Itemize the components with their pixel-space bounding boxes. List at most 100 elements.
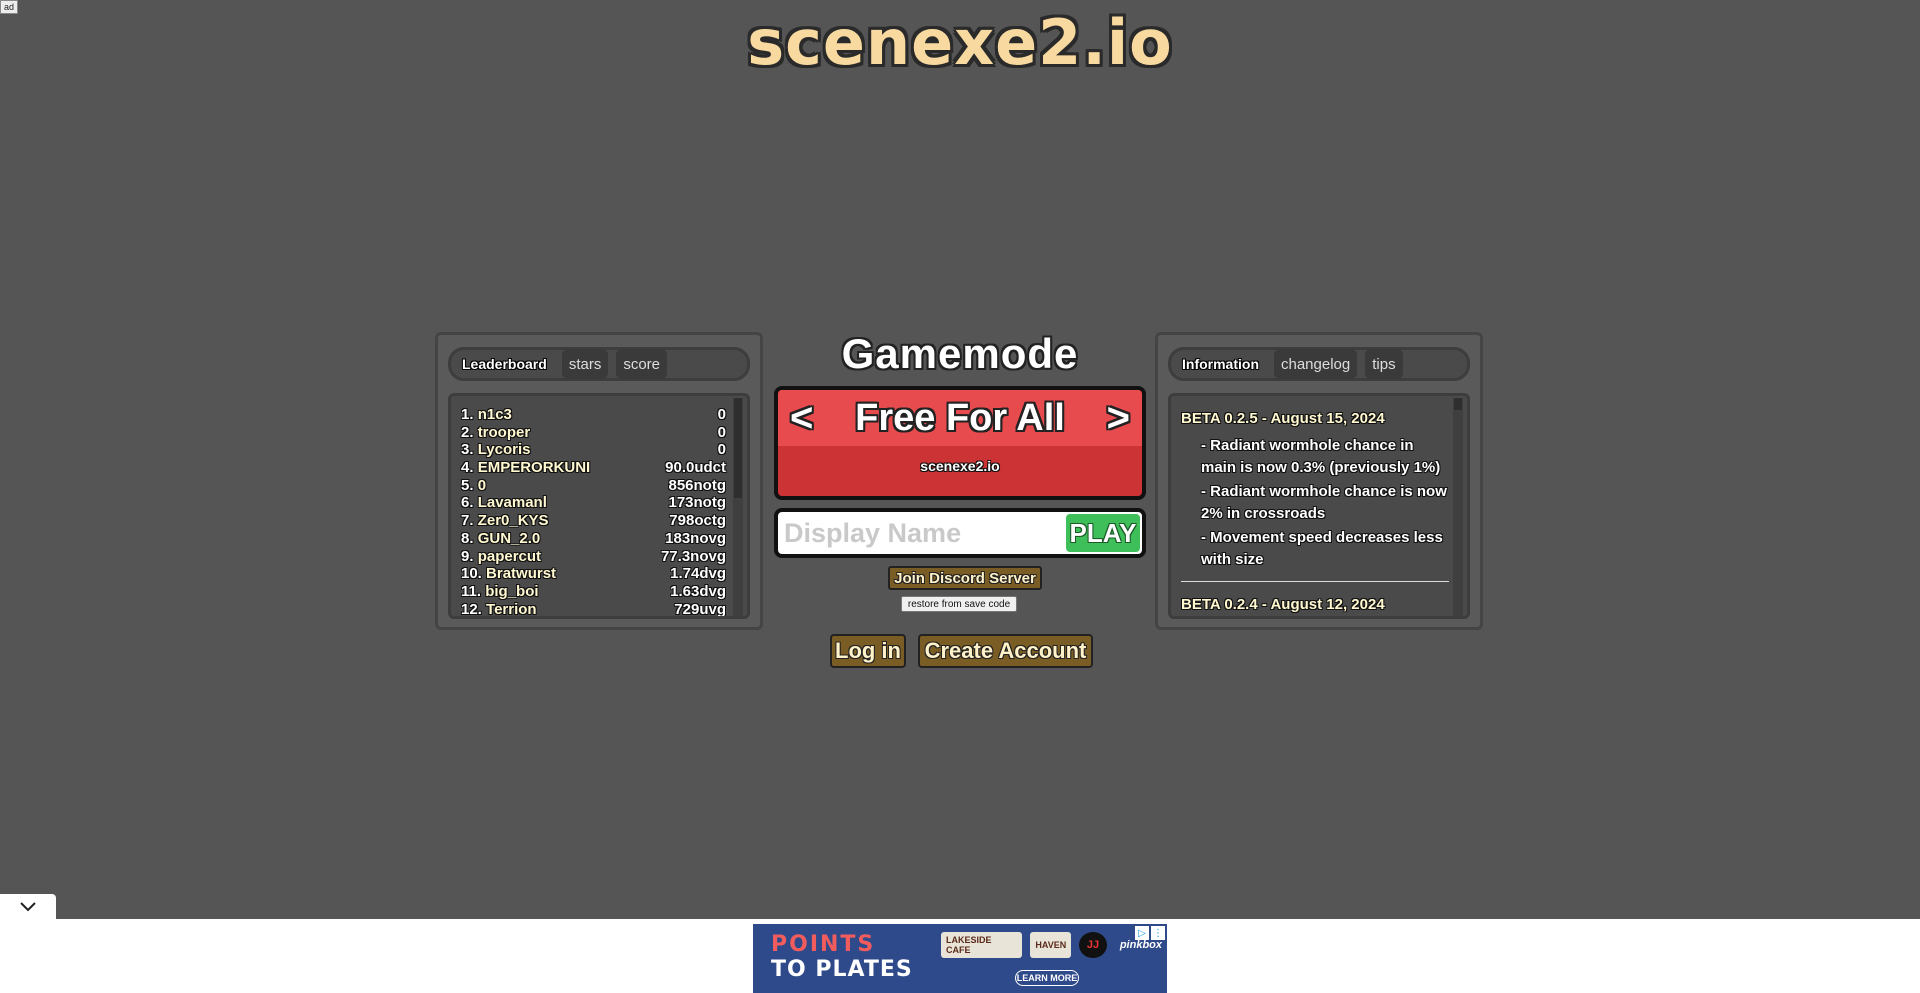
leaderboard-player: 1. n1c3 <box>461 406 512 424</box>
leaderboard-player: 2. trooper <box>461 424 530 442</box>
leaderboard-player: 10. Bratwurst <box>461 565 556 583</box>
leaderboard-player-name: GUN_2.0 <box>477 529 541 547</box>
ad-menu-icon[interactable]: ⋮ <box>1151 926 1165 940</box>
login-button[interactable]: Log in <box>830 634 906 668</box>
ad-logo-lakeside: LAKESIDE CAFE <box>941 932 1023 958</box>
leaderboard-player: 6. Lavamanl <box>461 494 547 512</box>
leaderboard-score: 183novg <box>665 529 726 547</box>
leaderboard-rank: 8. <box>461 529 474 547</box>
ad-learn-more-button[interactable]: LEARN MORE <box>1015 970 1079 986</box>
changelog-heading: BETA 0.2.4 - August 12, 2024 <box>1181 596 1385 613</box>
leaderboard-player: 8. GUN_2.0 <box>461 530 540 548</box>
leaderboard-rank: 10. <box>461 565 482 583</box>
leaderboard-row: 2. trooper 0 <box>461 424 726 442</box>
tab-tips[interactable]: tips <box>1365 349 1403 379</box>
information-scrollbar[interactable] <box>1453 398 1463 616</box>
leaderboard-rank: 4. <box>461 459 474 477</box>
tab-information[interactable]: Information <box>1175 349 1266 379</box>
leaderboard-tabs: Leaderboard stars score <box>448 347 750 381</box>
leaderboard-score: 1.63dvg <box>670 582 726 600</box>
leaderboard-player-name: Lavamanl <box>477 494 547 512</box>
leaderboard-player: 7. Zer0_KYS <box>461 512 549 530</box>
leaderboard-row: 6. Lavamanl 173notg <box>461 494 726 512</box>
ad-banner[interactable]: POINTS TO PLATES LAKESIDE CAFE HAVEN JJ … <box>753 924 1167 993</box>
changelog-item: - Radiant wormhole chance is now 2% in c… <box>1201 483 1447 522</box>
changelog-content: BETA 0.2.5 - August 15, 2024 - Radiant w… <box>1181 410 1449 616</box>
leaderboard-player-name: papercut <box>477 547 542 565</box>
leaderboard-rank: 7. <box>461 512 474 530</box>
leaderboard-score: 90.0udct <box>665 459 726 477</box>
leaderboard-row: 11. big_boi 1.63dvg <box>461 583 726 601</box>
chevron-down-icon <box>20 902 36 912</box>
leaderboard-list-container[interactable]: 1. n1c3 0 2. trooper 0 3. Lycoris 0 4. EMPEROR… <box>448 393 750 619</box>
leaderboard-player-name: Zer0_KYS <box>477 512 549 530</box>
leaderboard-row: 9. papercut 77.3novg <box>461 548 726 566</box>
game-logo: scenexe2.io <box>747 6 1173 79</box>
leaderboard-scrollbar[interactable] <box>733 398 743 616</box>
join-discord-button[interactable]: Join Discord Server <box>888 566 1042 590</box>
ad-logos: LAKESIDE CAFE HAVEN JJ pinkbox <box>941 932 1167 958</box>
leaderboard-player-name: EMPERORKUNI <box>477 459 591 477</box>
leaderboard-row: 10. Bratwurst 1.74dvg <box>461 565 726 583</box>
changelog-divider <box>1181 581 1449 582</box>
tab-changelog[interactable]: changelog <box>1274 349 1358 379</box>
leaderboard-player: 9. papercut <box>461 548 541 566</box>
gamemode-selector: < Free For All > scenexe2.io <box>774 386 1146 500</box>
leaderboard-player: 12. Terrion <box>461 600 537 618</box>
leaderboard-row: 3. Lycoris 0 <box>461 441 726 459</box>
information-panel: Information changelog tips BETA 0.2.5 - … <box>1155 332 1483 630</box>
leaderboard-player-name: trooper <box>477 423 531 441</box>
restore-save-button[interactable]: restore from save code <box>901 596 1017 612</box>
gamemode-next-button[interactable]: > <box>1107 396 1130 441</box>
play-button[interactable]: PLAY <box>1066 514 1140 552</box>
leaderboard-rank: 2. <box>461 423 474 441</box>
leaderboard-player: 4. EMPERORKUNI <box>461 459 590 477</box>
tab-stars[interactable]: stars <box>561 349 609 379</box>
leaderboard-score: 798octg <box>669 512 726 530</box>
leaderboard-row: 4. EMPERORKUNI 90.0udct <box>461 459 726 477</box>
leaderboard-row: 8. GUN_2.0 183novg <box>461 530 726 548</box>
leaderboard-row: 1. n1c3 0 <box>461 406 726 424</box>
leaderboard-row: 12. Terrion 729uvg <box>461 600 726 618</box>
ad-headline: POINTS <box>771 932 876 957</box>
ad-info-icon[interactable]: ▷ <box>1135 926 1149 940</box>
leaderboard-player: 11. big_boi <box>461 583 539 601</box>
leaderboard-row: 7. Zer0_KYS 798octg <box>461 512 726 530</box>
tab-leaderboard[interactable]: Leaderboard <box>455 349 554 379</box>
leaderboard-rank: 5. <box>461 476 474 494</box>
information-content-container[interactable]: BETA 0.2.5 - August 15, 2024 - Radiant w… <box>1168 393 1470 619</box>
leaderboard-rank: 11. <box>461 582 482 600</box>
leaderboard-row: 5. 0 856notg <box>461 477 726 495</box>
changelog-item: - Movement speed decreases less with siz… <box>1201 529 1443 568</box>
leaderboard-score: 0 <box>717 406 726 423</box>
changelog-heading: BETA 0.2.5 - August 15, 2024 <box>1181 410 1385 427</box>
leaderboard-rank: 9. <box>461 547 474 565</box>
ad-choices[interactable]: ▷ ⋮ <box>1135 926 1165 940</box>
gamemode-title: Gamemode <box>841 330 1079 377</box>
leaderboard-rank: 3. <box>461 441 474 459</box>
leaderboard-player: 3. Lycoris <box>461 441 531 459</box>
display-name-input[interactable] <box>784 512 1064 554</box>
gamemode-name: Free For All <box>855 396 1065 439</box>
create-account-button[interactable]: Create Account <box>918 634 1093 668</box>
leaderboard-rank: 12. <box>461 600 482 618</box>
leaderboard-player-name: n1c3 <box>477 406 512 423</box>
leaderboard-list: 1. n1c3 0 2. trooper 0 3. Lycoris 0 4. EMPEROR… <box>461 406 726 618</box>
information-tabs: Information changelog tips <box>1168 347 1470 381</box>
changelog-item: - Radiant wormhole chance in main is now… <box>1201 437 1441 476</box>
leaderboard-player-name: Terrion <box>486 600 537 618</box>
leaderboard-score: 729uvg <box>674 600 726 618</box>
ad-subheadline: TO PLATES <box>771 957 913 982</box>
ad-logo-haven: HAVEN <box>1030 932 1072 958</box>
leaderboard-rank: 1. <box>461 406 474 423</box>
collapse-ad-button[interactable] <box>0 894 56 920</box>
leaderboard-score: 77.3novg <box>660 547 726 565</box>
gamemode-prev-button[interactable]: < <box>790 396 813 441</box>
leaderboard-player-name: big_boi <box>485 582 539 600</box>
leaderboard-player-name: 0 <box>477 476 487 494</box>
tab-score[interactable]: score <box>616 349 668 379</box>
ad-logo-jj: JJ <box>1079 932 1107 958</box>
leaderboard-player-name: Lycoris <box>477 441 531 459</box>
leaderboard-score: 0 <box>717 441 726 459</box>
display-name-row: PLAY <box>774 508 1146 558</box>
